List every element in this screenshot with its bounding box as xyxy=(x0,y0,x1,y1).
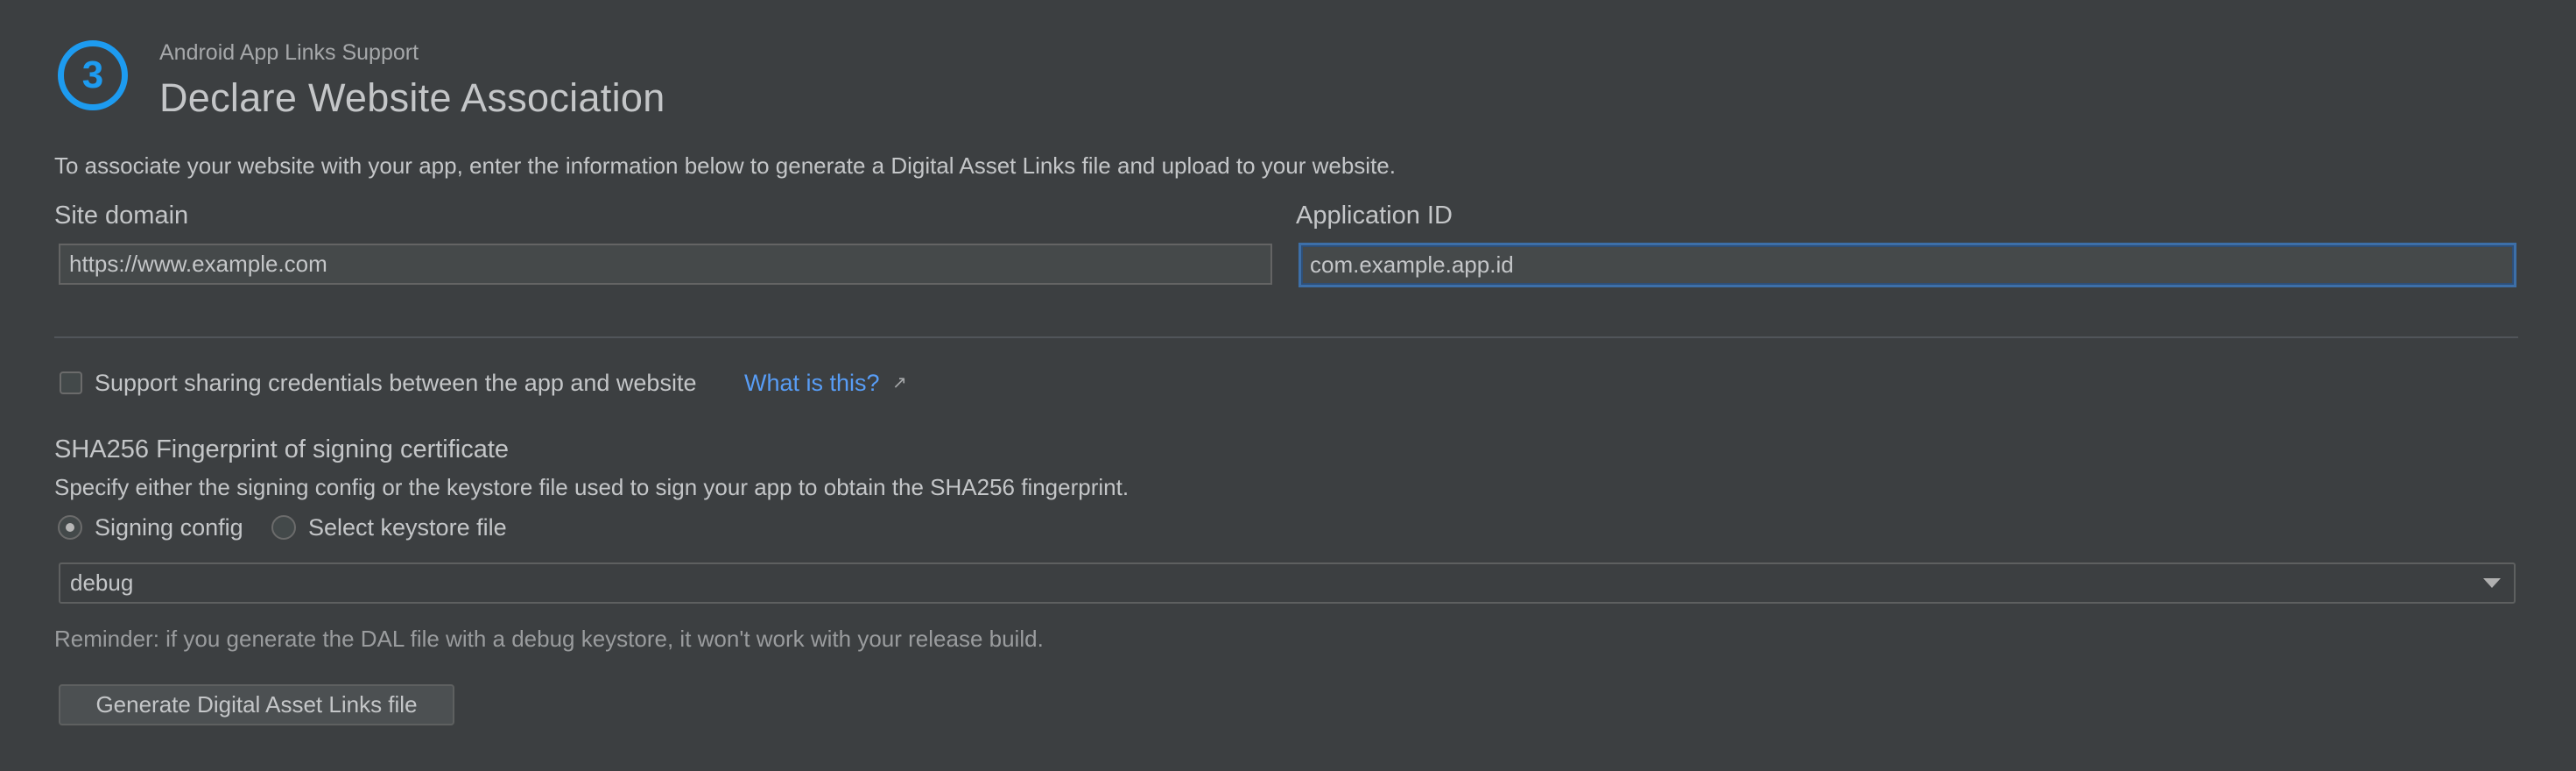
what-is-this-link[interactable]: What is this? xyxy=(744,370,880,397)
share-credentials-checkbox[interactable] xyxy=(60,371,82,394)
site-domain-input[interactable] xyxy=(59,244,1272,285)
debug-keystore-reminder: Reminder: if you generate the DAL file w… xyxy=(54,626,1044,652)
page-title: Declare Website Association xyxy=(159,75,665,120)
external-link-icon: ↗ xyxy=(892,373,907,393)
signing-config-dropdown[interactable] xyxy=(59,562,2516,604)
section-divider xyxy=(54,336,2518,338)
app-links-assistant-panel: 3 Android App Links Support Declare Webs… xyxy=(0,0,2576,771)
share-credentials-label[interactable]: Support sharing credentials between the … xyxy=(95,370,696,397)
panel-supertitle: Android App Links Support xyxy=(159,40,419,65)
chevron-down-icon[interactable] xyxy=(2483,578,2501,588)
signing-config-label[interactable]: Signing config xyxy=(95,514,243,541)
signing-config-radio[interactable] xyxy=(58,515,82,540)
site-domain-label: Site domain xyxy=(54,202,189,230)
select-keystore-radio[interactable] xyxy=(271,515,296,540)
signing-config-selected-value: debug xyxy=(70,569,134,596)
fingerprint-section-title: SHA256 Fingerprint of signing certificat… xyxy=(54,435,510,463)
application-id-input[interactable] xyxy=(1299,243,2516,287)
radio-selected-dot xyxy=(66,523,74,532)
select-keystore-label[interactable]: Select keystore file xyxy=(308,514,507,541)
fingerprint-description: Specify either the signing config or the… xyxy=(54,474,1130,500)
generate-dal-button-label: Generate Digital Asset Links file xyxy=(95,691,418,718)
intro-text: To associate your website with your app,… xyxy=(54,152,1396,179)
step-number-badge: 3 xyxy=(58,40,128,110)
generate-dal-button[interactable]: Generate Digital Asset Links file xyxy=(59,684,454,725)
application-id-label: Application ID xyxy=(1296,202,1453,230)
step-number: 3 xyxy=(81,53,104,96)
